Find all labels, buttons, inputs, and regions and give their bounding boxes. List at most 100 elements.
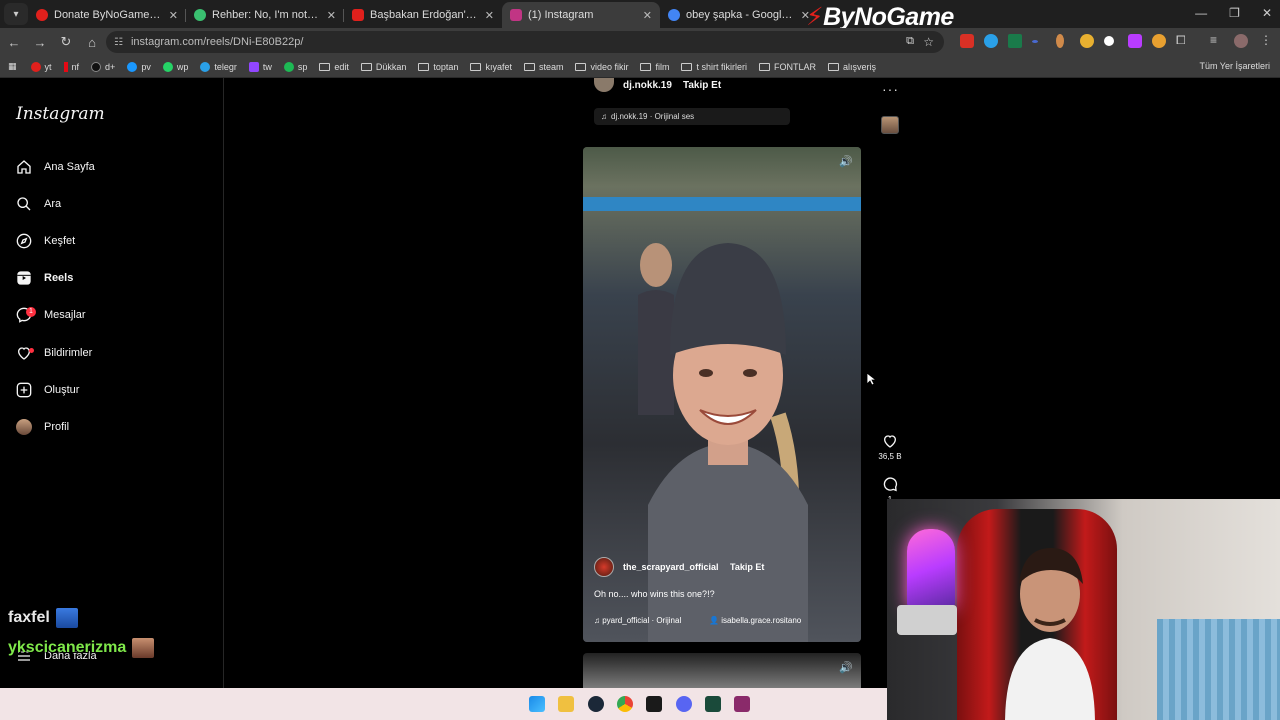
like-count: 36,5 B — [878, 452, 902, 461]
reel-caption[interactable]: Oh no.... who wins this one?!? — [594, 589, 715, 599]
folder-icon — [418, 62, 430, 71]
volume-icon[interactable]: 🔊 — [839, 661, 853, 674]
bookmark-folder[interactable]: video fikir — [575, 62, 628, 72]
prev-reel-audio[interactable]: ♫ dj.nokk.19 · Orijinal ses — [594, 108, 790, 125]
close-icon[interactable]: ✕ — [643, 9, 652, 22]
install-app-icon[interactable]: ⧉ — [906, 35, 914, 48]
sidebar-item-home[interactable]: Ana Sayfa — [16, 154, 95, 180]
sidebar-item-notifications[interactable]: Bildirimler — [16, 340, 92, 366]
bookmark-tw[interactable]: tw — [248, 61, 272, 72]
minimize-icon[interactable]: — — [1195, 6, 1207, 20]
sidebar-item-explore[interactable]: Keşfet — [16, 228, 75, 254]
heart-icon — [883, 435, 897, 448]
bookmark-sp[interactable]: sp — [283, 61, 307, 72]
volume-icon[interactable]: 🔊 — [839, 155, 853, 168]
folder-icon — [575, 62, 587, 71]
bookmark-folder[interactable]: toptan — [418, 62, 458, 72]
sidebar-item-create[interactable]: Oluştur — [16, 377, 79, 403]
follow-button[interactable]: Takip Et — [683, 80, 721, 91]
bookmark-yt[interactable]: yt — [30, 61, 52, 72]
extension-icon[interactable] — [984, 34, 998, 48]
bookmark-folder[interactable]: kıyafet — [470, 62, 512, 72]
extension-icon[interactable] — [1152, 34, 1166, 48]
reel-username[interactable]: the_scrapyard_official — [623, 562, 719, 572]
extension-icon[interactable] — [1128, 34, 1142, 48]
prev-reel-username[interactable]: dj.nokk.19 — [623, 80, 672, 91]
reels-icon — [17, 271, 31, 285]
sidebar-item-reels[interactable]: Reels — [16, 265, 73, 291]
bookmark-nf[interactable]: nf — [63, 61, 79, 72]
bookmark-folder[interactable]: steam — [523, 62, 563, 72]
like-button[interactable]: 36,5 B — [876, 433, 904, 461]
adblock-extension-icon[interactable] — [960, 34, 974, 48]
profile-avatar[interactable] — [1234, 34, 1248, 48]
tagged-user[interactable]: 👤 isabella.grace.rositano — [709, 616, 801, 625]
sidebar-item-profile[interactable]: Profil — [16, 414, 69, 440]
close-icon[interactable]: ✕ — [169, 9, 178, 22]
extensions-puzzle-icon[interactable]: ⧠ — [1176, 33, 1186, 48]
steam-icon[interactable] — [588, 696, 604, 712]
back-icon[interactable]: ← — [2, 35, 26, 50]
folder-icon — [523, 62, 535, 71]
file-explorer-icon[interactable] — [558, 696, 574, 712]
tab-google[interactable]: obey şapka - Google'da Ara ✕ — [660, 2, 818, 28]
webcam-overlay — [887, 499, 1280, 720]
plus-square-icon — [16, 382, 32, 398]
audio-thumbnail[interactable] — [881, 116, 899, 134]
discord-icon[interactable] — [676, 696, 692, 712]
extension-icon[interactable] — [1008, 34, 1022, 48]
bookmark-folder[interactable]: edit — [319, 62, 349, 72]
avatar[interactable] — [594, 557, 614, 577]
home-icon[interactable]: ⌂ — [80, 35, 104, 50]
forward-icon[interactable]: → — [28, 35, 52, 50]
extension-icon[interactable] — [1056, 34, 1064, 48]
bookmark-folder[interactable]: film — [640, 62, 669, 72]
apps-grid-icon[interactable]: ▦ — [8, 61, 17, 72]
sidebar-item-search[interactable]: Ara — [16, 191, 61, 217]
bookmark-folder[interactable]: FONTLAR — [759, 62, 816, 72]
tab-instagram[interactable]: (1) Instagram ✕ — [502, 2, 660, 28]
extension-icon[interactable] — [1080, 34, 1094, 48]
media-controls-icon[interactable]: ≡ — [1210, 33, 1217, 47]
close-window-icon[interactable]: ✕ — [1262, 6, 1272, 20]
search-icon — [17, 197, 31, 211]
app-icon[interactable] — [705, 696, 721, 712]
bookmark-telegr[interactable]: telegr — [200, 61, 237, 72]
bookmark-pv[interactable]: pv — [127, 61, 151, 72]
user-icon: 👤 — [709, 616, 722, 625]
address-bar[interactable]: ☷ instagram.com/reels/DNi-E80B22p/ ⧉ ☆ — [106, 31, 944, 53]
bookmark-folder[interactable]: alışveriş — [828, 62, 876, 72]
reel-video[interactable]: 🔊 the_scrapyard_official Takip Et Oh no.… — [583, 147, 861, 642]
avatar[interactable] — [594, 78, 614, 92]
bookmark-wp[interactable]: wp — [162, 61, 188, 72]
bookmark-dplus[interactable]: d+ — [91, 61, 115, 72]
bookmark-folder[interactable]: Dükkan — [360, 62, 406, 72]
instagram-logo[interactable]: Instagram — [16, 104, 105, 124]
follow-button[interactable]: Takip Et — [730, 562, 764, 572]
next-reel-video[interactable]: 🔊 — [583, 653, 861, 693]
reload-icon[interactable]: ↻ — [54, 34, 78, 50]
chrome-icon[interactable] — [617, 696, 633, 712]
bookmark-star-icon[interactable]: ☆ — [923, 35, 934, 49]
all-bookmarks[interactable]: Tüm Yer İşaretleri — [1195, 61, 1270, 71]
tab-search-icon[interactable]: ▾ — [4, 3, 28, 25]
reel-audio-link[interactable]: ♫ pyard_official · Orijinal — [594, 616, 681, 625]
folder-icon — [319, 62, 331, 71]
close-icon[interactable]: ✕ — [327, 9, 336, 22]
maximize-icon[interactable]: ❐ — [1229, 6, 1240, 20]
more-options-icon[interactable]: ··· — [882, 81, 899, 97]
sidebar-item-messages[interactable]: 1 Mesajlar — [16, 302, 86, 328]
obs-icon[interactable] — [646, 696, 662, 712]
extension-icon[interactable] — [1032, 40, 1038, 43]
tab-youtube[interactable]: Başbakan Erdoğan'ın sesi k ✕ — [344, 2, 502, 28]
site-info-icon[interactable]: ☷ — [114, 37, 123, 48]
app-icon[interactable] — [734, 696, 750, 712]
tab-donate[interactable]: Donate ByNoGame - Gelen/Gid ✕ — [28, 2, 186, 28]
close-icon[interactable]: ✕ — [485, 9, 494, 22]
menu-kebab-icon[interactable]: ⋮ — [1260, 33, 1272, 47]
folder-icon — [828, 62, 840, 71]
start-icon[interactable] — [529, 696, 545, 712]
tab-rehber[interactable]: Rehber: No, I'm not a Human T ✕ — [186, 2, 344, 28]
extension-icon[interactable] — [1101, 33, 1117, 49]
bookmark-folder[interactable]: t shirt fikirleri — [681, 62, 747, 72]
